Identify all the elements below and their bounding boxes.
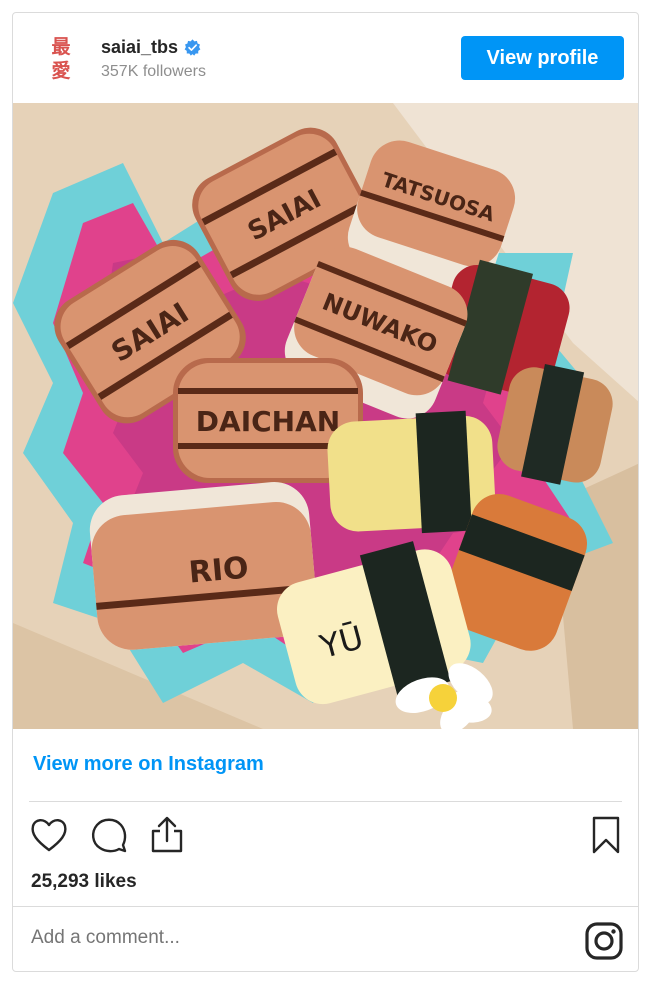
instagram-icon[interactable] bbox=[584, 921, 624, 961]
view-more-on-instagram-link[interactable]: View more on Instagram bbox=[33, 753, 264, 776]
svg-text:DAICHAN: DAICHAN bbox=[196, 405, 340, 438]
avatar[interactable]: 最 愛 bbox=[41, 33, 81, 85]
spam-musubi-photo: SAIAI SAIAI TATSUOSA NUWAKO DAICHAN RIO … bbox=[13, 103, 638, 729]
post-image[interactable]: SAIAI SAIAI TATSUOSA NUWAKO DAICHAN RIO … bbox=[13, 103, 638, 729]
verified-badge-icon bbox=[184, 39, 201, 56]
post-header: 最 愛 saiai_tbs 357K followers View profil… bbox=[13, 13, 638, 103]
share-icon bbox=[151, 816, 183, 853]
divider bbox=[29, 801, 622, 802]
follower-count: 357K followers bbox=[101, 63, 206, 80]
comment-icon bbox=[92, 818, 127, 853]
share-button[interactable] bbox=[145, 813, 189, 857]
username-link[interactable]: saiai_tbs bbox=[101, 37, 178, 58]
bookmark-icon bbox=[592, 816, 620, 854]
likes-count[interactable]: 25,293 likes bbox=[31, 871, 137, 893]
divider bbox=[13, 906, 638, 907]
comment-button[interactable] bbox=[87, 813, 131, 857]
add-comment-input[interactable] bbox=[31, 927, 551, 949]
save-button[interactable] bbox=[584, 813, 628, 857]
avatar-char-1: 最 bbox=[51, 36, 71, 58]
username-row: saiai_tbs bbox=[101, 37, 201, 58]
avatar-char-2: 愛 bbox=[51, 60, 71, 82]
heart-icon bbox=[31, 819, 67, 852]
svg-text:RIO: RIO bbox=[187, 551, 250, 591]
view-profile-button[interactable]: View profile bbox=[461, 36, 624, 80]
instagram-embed-card: 最 愛 saiai_tbs 357K followers View profil… bbox=[12, 12, 639, 972]
action-bar bbox=[13, 813, 638, 861]
like-button[interactable] bbox=[27, 813, 71, 857]
